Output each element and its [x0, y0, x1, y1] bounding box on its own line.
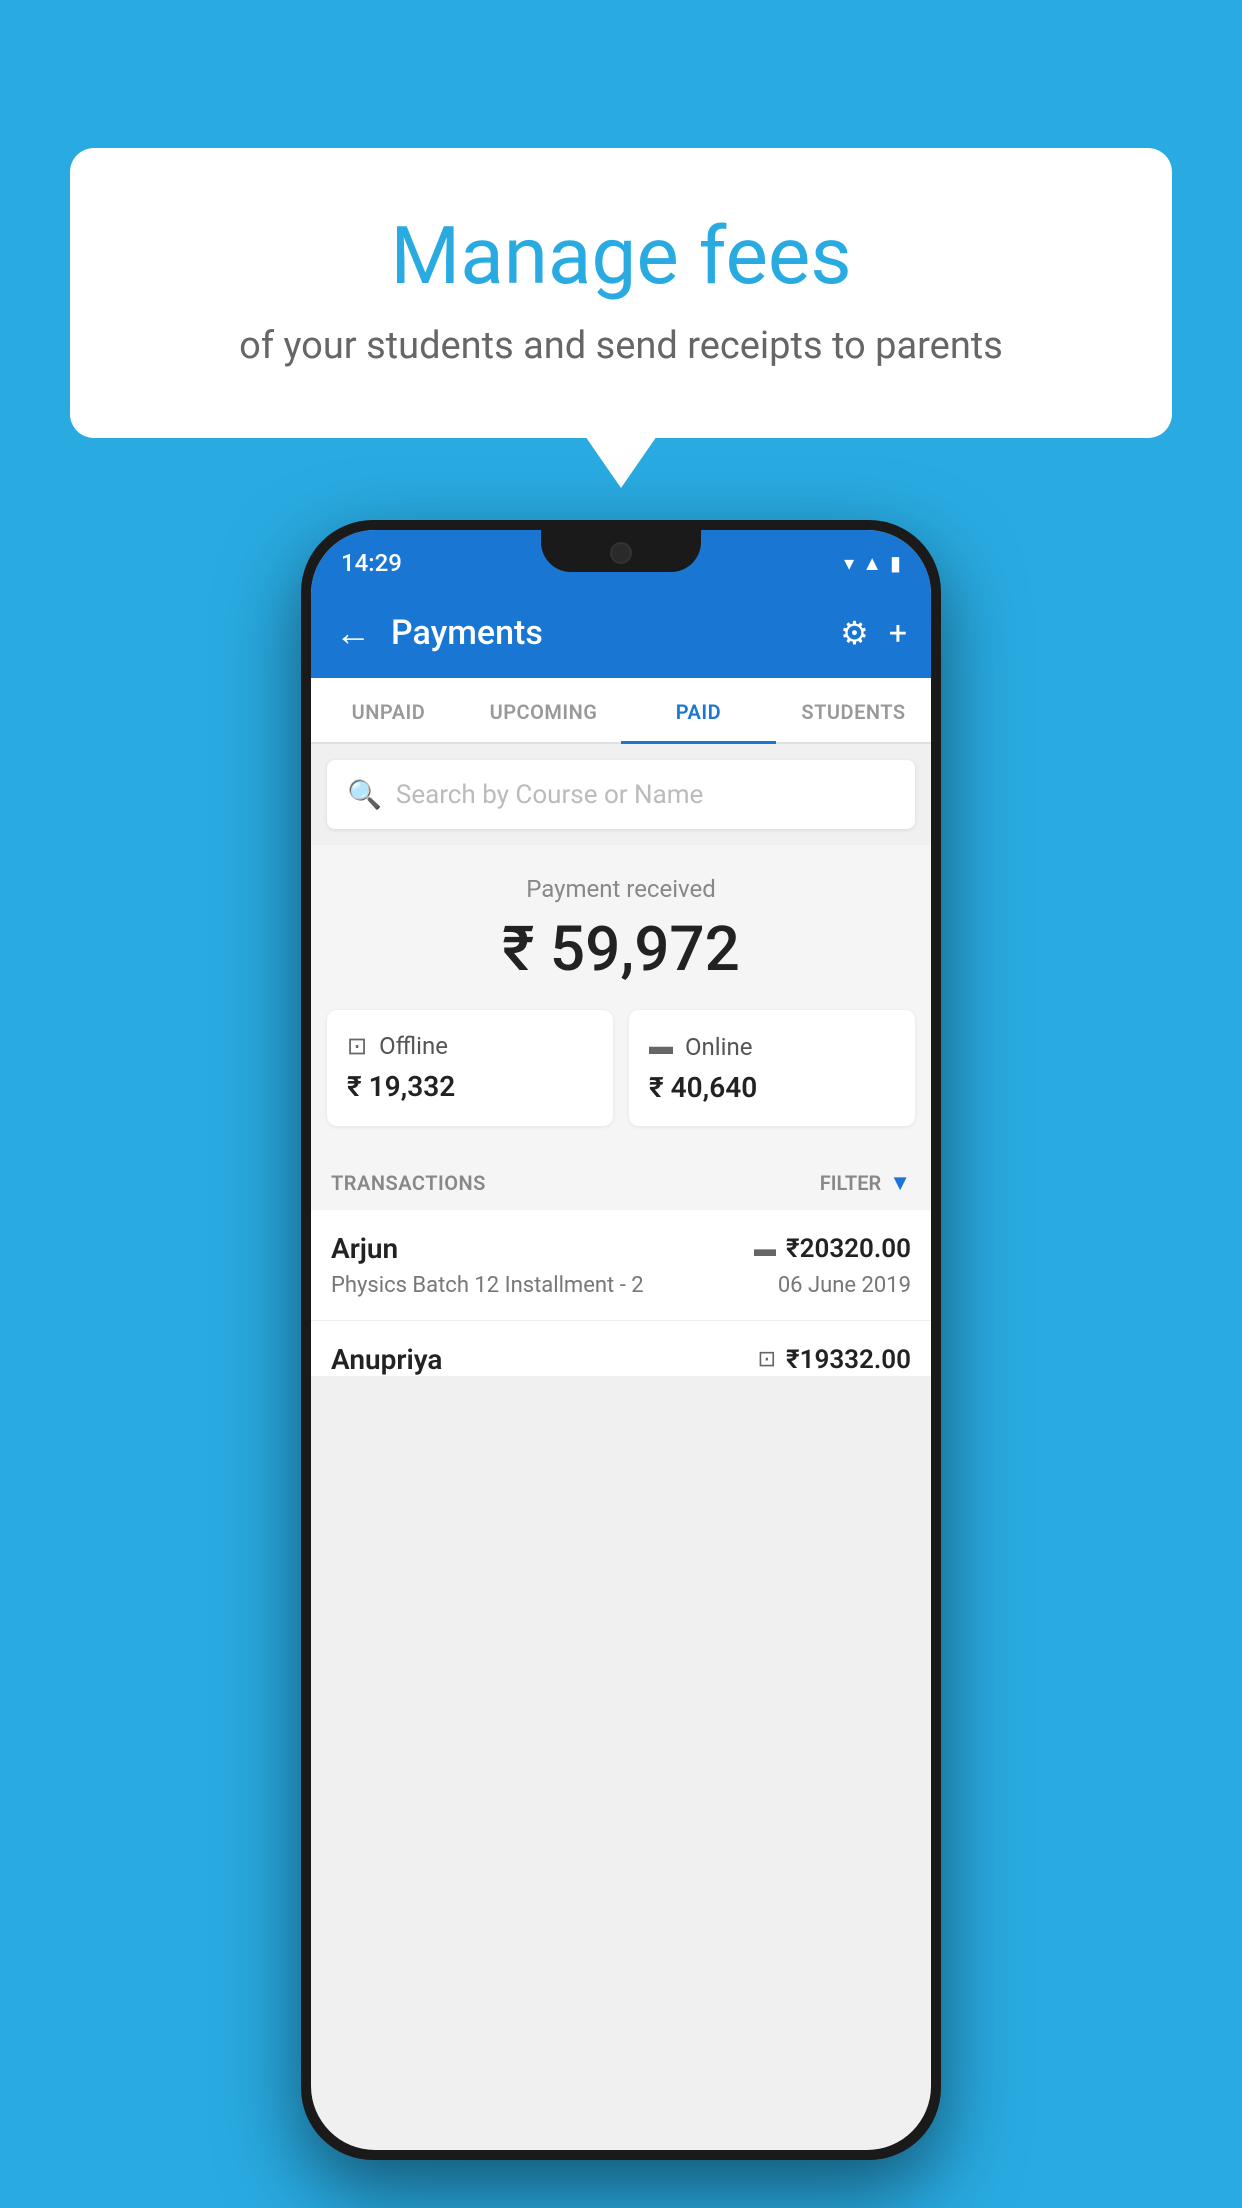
wifi-icon: ▾: [844, 551, 854, 575]
tab-paid[interactable]: PAID: [621, 678, 776, 742]
tabs-bar: UNPAID UPCOMING PAID STUDENTS: [311, 678, 931, 744]
offline-card: ⊡ Offline ₹ 19,332: [327, 1010, 613, 1126]
transaction-amount-row: ▬ ₹20320.00: [754, 1234, 911, 1264]
header-actions: ⚙ +: [840, 614, 907, 652]
front-camera: [610, 542, 632, 564]
cash-payment-icon: ⊡: [758, 1347, 776, 1372]
transaction-row-bottom: Physics Batch 12 Installment - 2 06 June…: [331, 1273, 911, 1298]
transaction-item-partial[interactable]: Anupriya ⊡ ₹19332.00: [311, 1321, 931, 1376]
phone-mockup: 14:29 ▾ ▲ ▮ ← Payments ⚙ + UNPAID UPCO: [301, 520, 941, 2160]
phone-outer: 14:29 ▾ ▲ ▮ ← Payments ⚙ + UNPAID UPCO: [301, 520, 941, 2160]
battery-icon: ▮: [890, 551, 901, 575]
transaction-item[interactable]: Arjun ▬ ₹20320.00 Physics Batch 12 Insta…: [311, 1210, 931, 1321]
transaction-list: Arjun ▬ ₹20320.00 Physics Batch 12 Insta…: [311, 1210, 931, 1376]
app-header: ← Payments ⚙ +: [311, 588, 931, 678]
transaction-amount-2: ₹19332.00: [786, 1345, 911, 1375]
content-area: 🔍 Search by Course or Name Payment recei…: [311, 744, 931, 1384]
online-amount: ₹ 40,640: [649, 1071, 895, 1104]
offline-icon: ⊡: [347, 1032, 367, 1060]
tab-unpaid[interactable]: UNPAID: [311, 678, 466, 742]
offline-label: Offline: [379, 1032, 448, 1060]
search-placeholder: Search by Course or Name: [396, 780, 703, 810]
total-amount: ₹ 59,972: [331, 913, 911, 986]
add-button[interactable]: +: [889, 614, 907, 652]
card-payment-icon: ▬: [754, 1236, 776, 1262]
payment-cards: ⊡ Offline ₹ 19,332 ▬ Online ₹ 40,640: [311, 1010, 931, 1150]
transactions-label: TRANSACTIONS: [331, 1171, 486, 1195]
payment-received-label: Payment received: [331, 875, 911, 903]
online-label: Online: [685, 1033, 752, 1061]
bubble-subtitle: of your students and send receipts to pa…: [150, 324, 1092, 368]
back-button[interactable]: ←: [335, 612, 371, 654]
transaction-amount: ₹20320.00: [786, 1234, 911, 1264]
online-card-header: ▬ Online: [649, 1032, 895, 1061]
signal-icon: ▲: [862, 551, 882, 576]
status-icons: ▾ ▲ ▮: [844, 551, 901, 576]
settings-icon[interactable]: ⚙: [840, 614, 869, 652]
offline-amount: ₹ 19,332: [347, 1070, 593, 1103]
search-icon: 🔍: [347, 778, 382, 811]
online-card: ▬ Online ₹ 40,640: [629, 1010, 915, 1126]
filter-button[interactable]: FILTER ▼: [820, 1170, 911, 1196]
payment-summary: Payment received ₹ 59,972: [311, 845, 931, 1010]
tab-upcoming[interactable]: UPCOMING: [466, 678, 621, 742]
search-bar[interactable]: 🔍 Search by Course or Name: [327, 760, 915, 829]
speech-bubble: Manage fees of your students and send re…: [70, 148, 1172, 438]
transaction-date: 06 June 2019: [778, 1273, 911, 1298]
phone-notch: [541, 530, 701, 572]
transaction-amount-row-2: ⊡ ₹19332.00: [758, 1345, 911, 1375]
phone-screen: 14:29 ▾ ▲ ▮ ← Payments ⚙ + UNPAID UPCO: [311, 530, 931, 2150]
transactions-header: TRANSACTIONS FILTER ▼: [311, 1150, 931, 1210]
transaction-row-top-2: Anupriya ⊡ ₹19332.00: [331, 1343, 911, 1376]
transaction-name: Arjun: [331, 1232, 398, 1265]
offline-card-header: ⊡ Offline: [347, 1032, 593, 1060]
transaction-row-top: Arjun ▬ ₹20320.00: [331, 1232, 911, 1265]
transaction-course: Physics Batch 12 Installment - 2: [331, 1273, 644, 1298]
filter-label: FILTER: [820, 1171, 882, 1195]
transaction-name-2: Anupriya: [331, 1343, 442, 1376]
tab-students[interactable]: STUDENTS: [776, 678, 931, 742]
status-time: 14:29: [341, 549, 402, 577]
filter-icon: ▼: [889, 1170, 911, 1196]
page-title: Payments: [391, 613, 820, 653]
online-icon: ▬: [649, 1032, 673, 1061]
bubble-title: Manage fees: [150, 208, 1092, 304]
